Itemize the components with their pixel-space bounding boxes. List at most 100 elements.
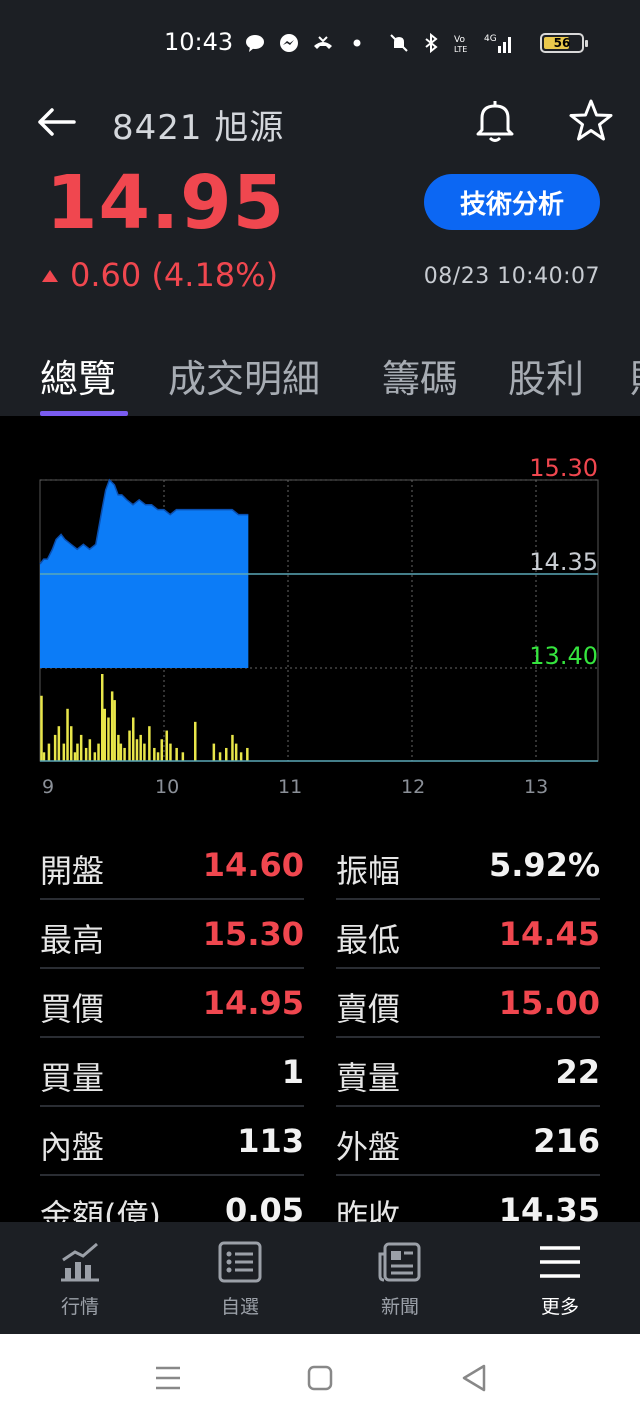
recent-apps-icon[interactable] <box>150 1360 186 1396</box>
tab-overview[interactable]: 總覽 <box>40 348 116 403</box>
stat-value: 14.60 <box>202 846 304 884</box>
stat-label: 賣價 <box>336 990 401 1028</box>
stat-value: 216 <box>533 1122 600 1160</box>
volume-bar <box>139 734 142 761</box>
price-change-value: 0.60 (4.18%) <box>70 256 279 294</box>
status-time: 10:43 <box>164 28 234 56</box>
tab-bar: 總覽 成交明細 籌碼 股利 財 <box>0 336 640 416</box>
volume-bar <box>143 743 146 761</box>
stat-value: 1 <box>281 1053 304 1091</box>
volume-bar <box>218 752 222 761</box>
volume-bar <box>135 739 139 761</box>
status-system-icons: Vo LTE 4G <box>388 28 514 58</box>
mute-icon <box>390 34 408 52</box>
stat-label: 外盤 <box>336 1128 401 1166</box>
stat-label: 金額(億) <box>40 1197 161 1222</box>
volume-bar <box>231 734 234 761</box>
up-triangle-icon <box>42 270 58 282</box>
bottom-navigation: 行情 自選 新聞 更多 <box>0 1222 640 1334</box>
volume-bar <box>70 726 73 761</box>
battery-level: 56 <box>553 36 571 50</box>
price-change: 0.60 (4.18%) <box>42 256 278 294</box>
nav-news[interactable]: 新聞 <box>350 1240 450 1319</box>
volume-bar <box>79 734 83 761</box>
volume-bar <box>42 752 46 761</box>
stat-label: 賣量 <box>336 1059 401 1097</box>
svg-text:4G: 4G <box>484 34 497 44</box>
stat-value: 14.35 <box>498 1191 600 1222</box>
volume-bar <box>165 730 168 761</box>
stat-row: 最低 14.45 <box>336 901 600 969</box>
quote-stats: 開盤 14.60 振幅 5.92% 最高 15.30 最低 14.45 買價 1… <box>0 832 640 1222</box>
volume-bar <box>40 695 43 761</box>
stat-row: 買價 14.95 <box>40 970 304 1038</box>
current-price: 14.95 <box>46 160 286 246</box>
stat-value: 15.00 <box>498 984 600 1022</box>
volume-bar <box>169 743 172 761</box>
stat-row: 賣量 22 <box>336 1039 600 1107</box>
tab-dividends[interactable]: 股利 <box>508 348 584 403</box>
tab-trade-details[interactable]: 成交明細 <box>168 348 320 403</box>
stat-label: 開盤 <box>40 852 105 890</box>
back-arrow-icon[interactable] <box>34 104 78 140</box>
intraday-chart[interactable]: 15.30 14.35 13.40 9 10 11 12 13 <box>0 416 640 810</box>
stock-title: 8421 旭源 <box>112 108 285 148</box>
status-bar: 10:43 Vo LTE 4G 56 <box>0 0 640 86</box>
x-tick-11: 11 <box>278 776 303 798</box>
volume-bar <box>66 708 69 761</box>
volume-bar <box>62 743 66 761</box>
volume-bar <box>246 747 249 761</box>
y-label-high: 15.30 <box>529 454 598 482</box>
menu-icon <box>540 1246 580 1278</box>
tab-financials[interactable]: 財 <box>630 348 640 403</box>
volume-bar <box>148 726 151 761</box>
technical-analysis-button[interactable]: 技術分析 <box>424 174 600 230</box>
volume-bar <box>103 708 106 761</box>
list-icon <box>218 1241 262 1283</box>
news-icon <box>378 1242 421 1282</box>
svg-text:LTE: LTE <box>454 45 467 54</box>
stat-value: 14.95 <box>202 984 304 1022</box>
nav-label: 行情 <box>60 1296 99 1318</box>
svg-text:Vo: Vo <box>454 35 465 45</box>
volume-bar <box>234 743 238 761</box>
stat-value: 0.05 <box>225 1191 304 1222</box>
volume-bar <box>175 747 178 761</box>
nav-watchlist[interactable]: 自選 <box>190 1240 290 1319</box>
volume-bar <box>160 739 164 761</box>
volume-bar <box>107 717 110 761</box>
volume-bar <box>194 721 197 761</box>
tab-chips[interactable]: 籌碼 <box>382 348 458 403</box>
battery-icon: 56 <box>540 33 588 53</box>
chat-bubble-icon <box>246 35 264 52</box>
volume-bar <box>239 752 243 761</box>
stat-row: 買量 1 <box>40 1039 304 1107</box>
star-icon[interactable] <box>566 96 616 146</box>
volume-bar <box>153 747 156 761</box>
stat-label: 最高 <box>40 921 105 959</box>
bluetooth-icon <box>425 32 438 54</box>
x-tick-10: 10 <box>155 776 180 798</box>
y-label-ref: 14.35 <box>529 548 598 576</box>
volume-bar <box>117 734 120 761</box>
volume-bar <box>97 743 100 761</box>
nav-market[interactable]: 行情 <box>30 1240 130 1319</box>
signal-4g-icon: 4G <box>484 34 511 53</box>
stock-header: 8421 旭源 14.95 技術分析 0.60 (4.18%) 08/23 10… <box>0 86 640 416</box>
stat-row: 開盤 14.60 <box>40 832 304 900</box>
nav-label: 更多 <box>540 1296 579 1318</box>
home-icon[interactable] <box>302 1360 338 1396</box>
x-tick-9: 9 <box>42 776 55 798</box>
stat-label: 昨收 <box>336 1197 401 1222</box>
y-label-low: 13.40 <box>529 642 598 670</box>
dot-icon <box>353 39 361 47</box>
bell-icon[interactable] <box>470 96 520 146</box>
back-icon[interactable] <box>456 1360 492 1396</box>
stat-row: 最高 15.30 <box>40 901 304 969</box>
volume-bar <box>73 752 77 761</box>
volume-bar <box>156 752 160 761</box>
volume-bar <box>76 743 79 761</box>
x-tick-13: 13 <box>524 776 549 798</box>
volume-bar <box>53 734 57 761</box>
nav-more[interactable]: 更多 <box>510 1240 610 1319</box>
